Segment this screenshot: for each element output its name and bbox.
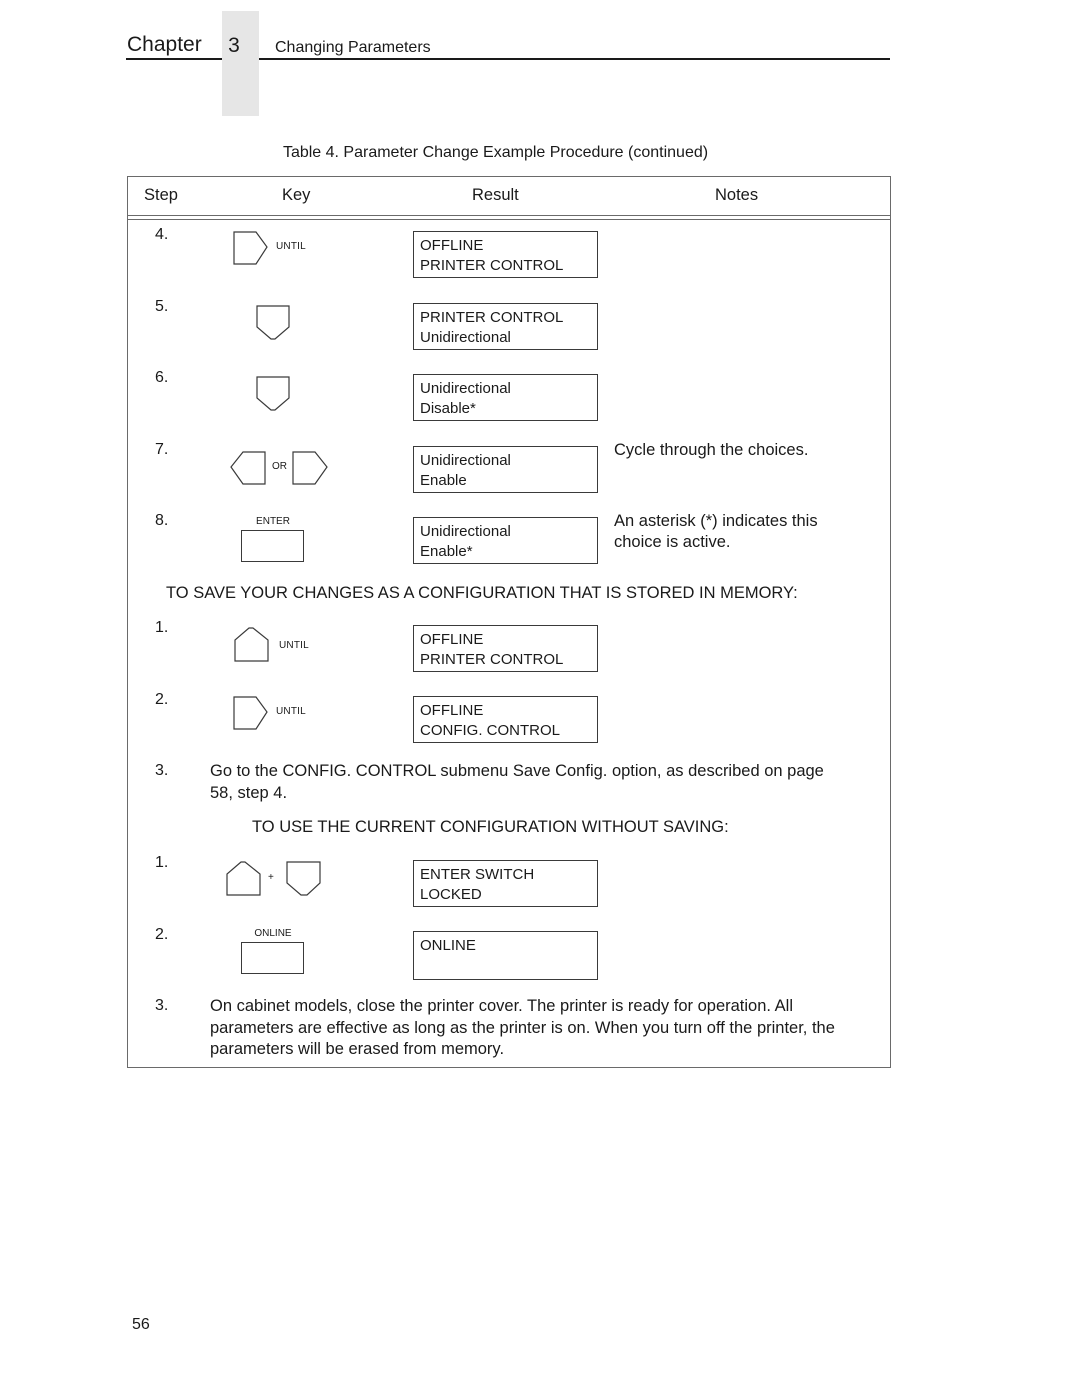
step-number: 4.: [155, 226, 169, 243]
until-label: UNTIL: [276, 241, 306, 252]
step-number: 1.: [155, 854, 169, 871]
lcd-line-1: OFFLINE: [420, 237, 484, 254]
lcd-line-1: ONLINE: [420, 937, 476, 954]
enter-label: ENTER: [256, 516, 290, 527]
chapter-title: Changing Parameters: [275, 39, 431, 56]
right-arrow-key-icon: [292, 451, 328, 485]
header-divider-double: [128, 219, 890, 220]
lcd-result: ENTER SWITCH LOCKED: [413, 860, 598, 907]
step-number: 8.: [155, 512, 169, 529]
lcd-result: OFFLINE PRINTER CONTROL: [413, 625, 598, 672]
lcd-line-1: Unidirectional: [420, 452, 511, 469]
save-section-heading: TO SAVE YOUR CHANGES AS A CONFIGURATION …: [166, 584, 798, 602]
step-number: 7.: [155, 441, 169, 458]
lcd-line-1: OFFLINE: [420, 631, 484, 648]
step-number: 5.: [155, 298, 169, 315]
lcd-result: Unidirectional Enable*: [413, 517, 598, 564]
right-arrow-key-icon: [233, 696, 268, 730]
step-number: 3.: [155, 762, 169, 779]
header-divider: [128, 215, 890, 216]
nosave-section-heading: TO USE THE CURRENT CONFIGURATION WITHOUT…: [252, 818, 729, 836]
lcd-line-1: PRINTER CONTROL: [420, 309, 564, 326]
text-line: parameters are effective as long as the …: [210, 1018, 835, 1037]
lcd-result: Unidirectional Disable*: [413, 374, 598, 421]
step-note: An asterisk (*) indicates this choice is…: [614, 512, 818, 551]
lcd-line-2: Enable: [420, 471, 467, 489]
step-number: 3.: [155, 997, 169, 1014]
up-arrow-key-icon: [226, 861, 261, 896]
lcd-line-2: CONFIG. CONTROL: [420, 721, 561, 739]
column-header-key: Key: [282, 186, 311, 204]
lcd-line-2: Enable*: [420, 542, 473, 560]
column-header-result: Result: [472, 186, 519, 204]
lcd-result: OFFLINE PRINTER CONTROL: [413, 231, 598, 278]
lcd-line-2: Disable*: [420, 399, 476, 417]
nosave-step3-text: On cabinet models, close the printer cov…: [210, 996, 885, 1061]
lcd-line-1: Unidirectional: [420, 523, 511, 540]
down-arrow-key-icon: [256, 376, 290, 411]
chapter-number: 3: [228, 34, 240, 57]
page-number: 56: [132, 1316, 150, 1333]
lcd-result: ONLINE: [413, 931, 598, 980]
online-label: ONLINE: [254, 928, 292, 939]
text-line: parameters will be erased from memory.: [210, 1040, 505, 1058]
text-line: Go to the CONFIG. CONTROL submenu Save C…: [210, 762, 824, 780]
table-caption: Table 4. Parameter Change Example Proced…: [282, 144, 709, 161]
save-step3-text: Go to the CONFIG. CONTROL submenu Save C…: [210, 761, 880, 804]
text-line: On cabinet models, close the printer cov…: [210, 997, 793, 1015]
enter-key-icon: [241, 530, 304, 562]
step-number: 6.: [155, 369, 169, 386]
until-label: UNTIL: [279, 640, 309, 651]
lcd-line-1: ENTER SWITCH: [420, 866, 535, 883]
header-rule-right: [259, 58, 890, 60]
column-header-notes: Notes: [715, 186, 759, 204]
step-number: 2.: [155, 691, 169, 708]
online-key-icon: [241, 942, 304, 974]
lcd-result: Unidirectional Enable: [413, 446, 598, 493]
step-number: 1.: [155, 619, 169, 636]
down-arrow-key-icon: [256, 305, 290, 340]
lcd-result: PRINTER CONTROL Unidirectional: [413, 303, 598, 350]
chapter-label: Chapter: [127, 33, 202, 56]
plus-label: +: [268, 872, 274, 883]
text-line: 58, step 4.: [210, 783, 288, 802]
column-header-step: Step: [144, 186, 178, 204]
step-note: Cycle through the choices.: [614, 441, 809, 459]
or-label: OR: [272, 461, 287, 472]
lcd-line-2: PRINTER CONTROL: [420, 650, 564, 668]
right-arrow-key-icon: [233, 231, 268, 265]
lcd-line-2: PRINTER CONTROL: [420, 256, 564, 274]
lcd-result: OFFLINE CONFIG. CONTROL: [413, 696, 598, 743]
left-arrow-key-icon: [230, 451, 266, 485]
lcd-line-2: LOCKED: [420, 885, 482, 903]
up-arrow-key-icon: [234, 627, 269, 662]
lcd-line-2: Unidirectional: [420, 328, 511, 346]
step-number: 2.: [155, 926, 169, 943]
lcd-line-1: Unidirectional: [420, 380, 511, 397]
down-arrow-key-icon: [286, 861, 321, 896]
chapter-tab: [222, 11, 259, 116]
header-rule-left: [126, 58, 222, 60]
until-label: UNTIL: [276, 706, 306, 717]
lcd-line-1: OFFLINE: [420, 702, 484, 719]
